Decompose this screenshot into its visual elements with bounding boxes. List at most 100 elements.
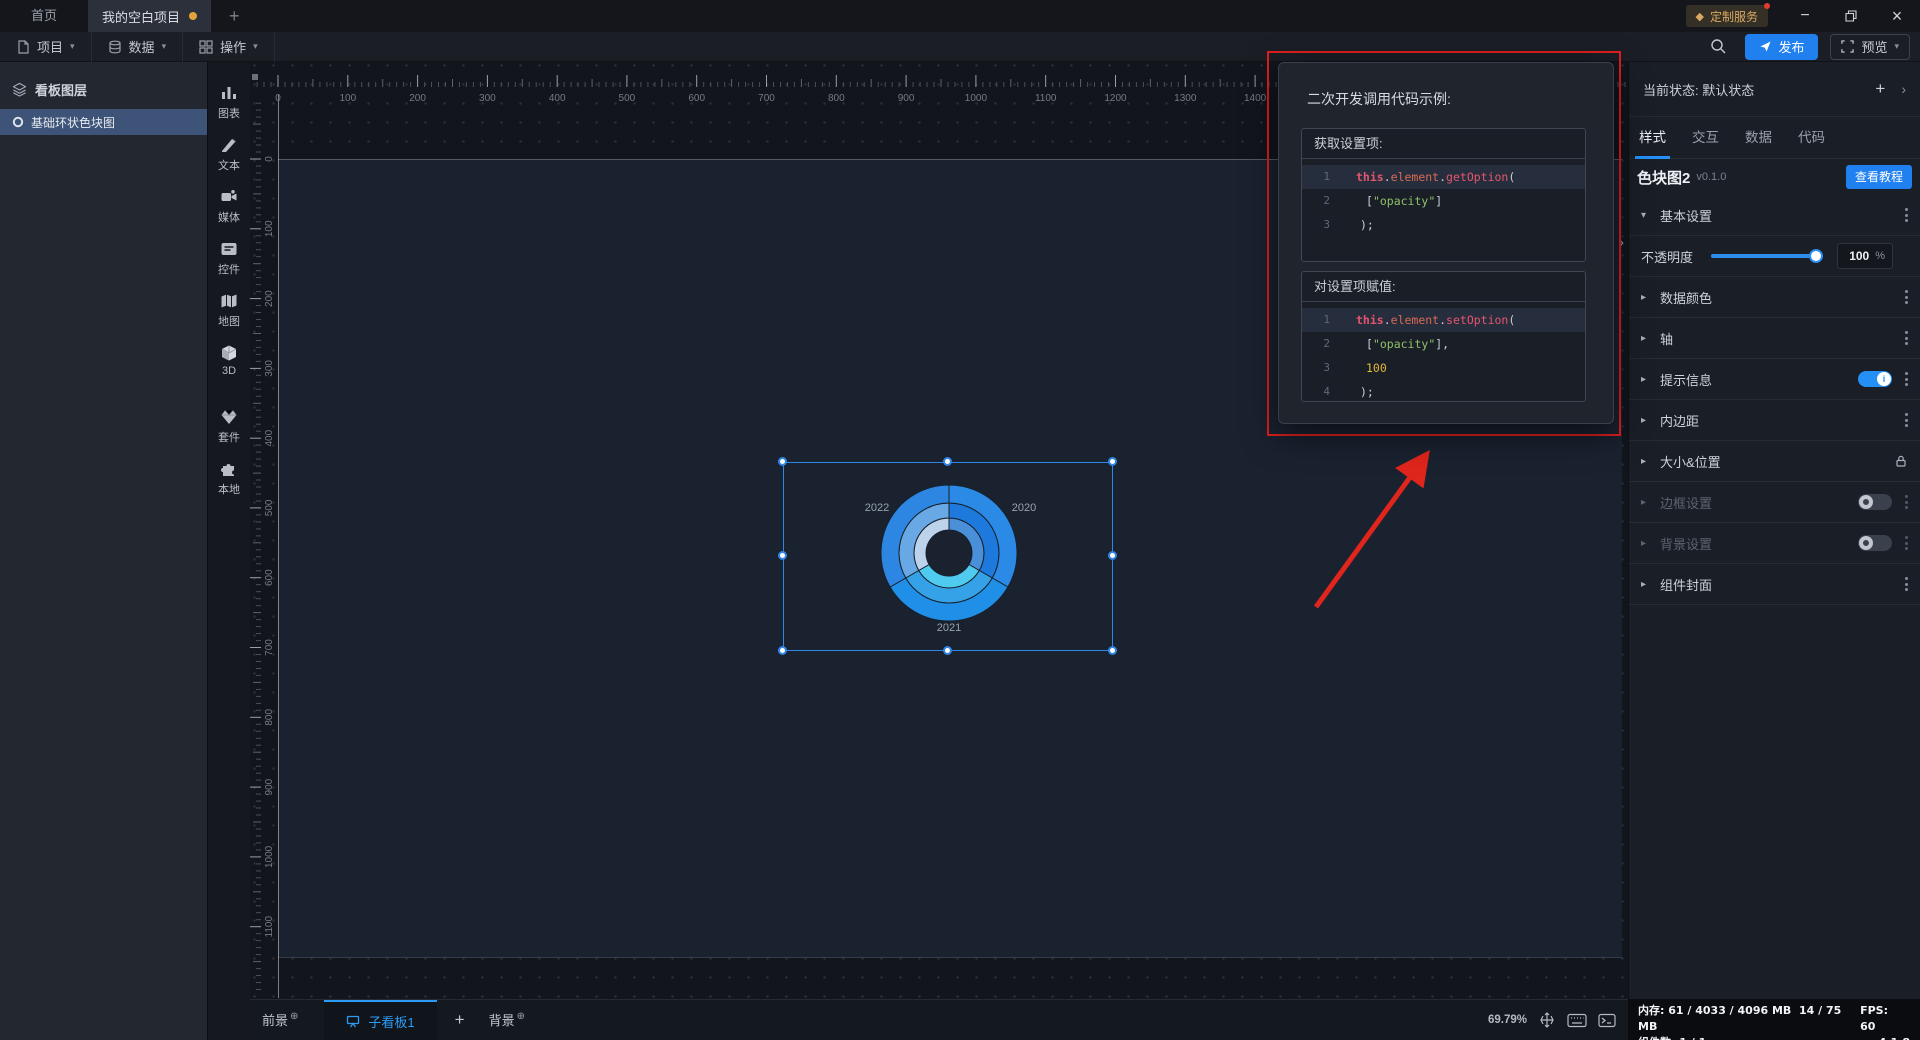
selection-handle[interactable] — [1107, 551, 1117, 560]
section-label: 大小&位置 — [1660, 454, 1721, 470]
kebab-menu-icon[interactable] — [1905, 495, 1908, 509]
chevron-right-icon[interactable]: › — [1901, 81, 1906, 97]
toolbox-item-puzzle[interactable]: 本地 — [218, 460, 240, 497]
search-icon — [1711, 39, 1726, 54]
lock-icon[interactable] — [1894, 454, 1908, 468]
add-background-icon[interactable]: ⊕ — [517, 1011, 525, 1022]
annotation-arrow — [1313, 449, 1430, 609]
close-button[interactable]: × — [1874, 0, 1920, 32]
svg-text:600: 600 — [688, 93, 705, 104]
kebab-menu-icon[interactable] — [1905, 536, 1908, 550]
section-数据颜色[interactable]: ▸ 数据颜色 — [1629, 277, 1920, 318]
selection-handle[interactable] — [777, 551, 787, 560]
toolbox-item-kit[interactable]: 套件 — [218, 408, 240, 445]
section-chevron-icon[interactable]: ▸ — [1641, 538, 1653, 549]
selection-handle[interactable] — [942, 645, 952, 655]
section-chevron-icon[interactable]: ▸ — [1641, 456, 1653, 467]
section-chevron-icon[interactable]: ▸ — [1641, 497, 1653, 508]
new-tab-button[interactable]: + — [229, 0, 240, 32]
add-subpanel-button[interactable]: + — [455, 1010, 465, 1030]
section-chevron-icon[interactable]: ▸ — [1641, 579, 1653, 590]
kebab-menu-icon[interactable] — [1905, 372, 1908, 386]
menu-database[interactable]: 数据 ▾ — [92, 31, 184, 62]
publish-button[interactable]: 发布 — [1745, 33, 1819, 60]
opacity-input[interactable]: 100% — [1837, 243, 1894, 269]
section-提示信息[interactable]: ▸ 提示信息 i — [1629, 359, 1920, 400]
toggle-off-icon[interactable] — [1858, 494, 1892, 510]
search-button[interactable] — [1710, 38, 1727, 55]
tab-home[interactable]: 首页 — [0, 0, 88, 32]
toggle-off-icon[interactable] — [1858, 535, 1892, 551]
section-内边距[interactable]: ▸ 内边距 — [1629, 400, 1920, 441]
section-组件封面[interactable]: ▸ 组件封面 — [1629, 564, 1920, 605]
subpanel-tab[interactable]: 子看板1 — [324, 999, 437, 1040]
fit-screen-button[interactable] — [1538, 1012, 1556, 1028]
toolbox-item-media[interactable]: 媒体 — [218, 188, 240, 225]
menu-grid[interactable]: 操作 ▾ — [183, 31, 275, 62]
kebab-menu-icon[interactable] — [1905, 331, 1908, 345]
svg-text:1200: 1200 — [1104, 93, 1127, 104]
toggle-on-icon[interactable]: i — [1858, 371, 1892, 387]
section-chevron-icon[interactable]: ▸ — [1641, 415, 1653, 426]
restore-button[interactable] — [1828, 0, 1874, 32]
state-row: 当前状态: 默认状态 + › — [1629, 62, 1920, 117]
panel-tab-样式[interactable]: 样式 — [1635, 117, 1670, 159]
section-chevron-icon[interactable]: ▸ — [1641, 333, 1653, 344]
opacity-row: 不透明度 100% — [1629, 236, 1920, 277]
panel-tab-代码[interactable]: 代码 — [1798, 117, 1825, 159]
zoom-level[interactable]: 69.79% — [1488, 1014, 1527, 1026]
selection-handle[interactable] — [777, 645, 787, 655]
panel-tab-交互[interactable]: 交互 — [1692, 117, 1719, 159]
svg-text:500: 500 — [264, 499, 275, 516]
section-chevron-icon[interactable]: ▸ — [1641, 292, 1653, 303]
custom-service-badge[interactable]: ◆ 定制服务 — [1685, 3, 1770, 27]
background-button[interactable]: 背景 ⊕ — [489, 1010, 525, 1030]
component-name: 色块图2 — [1637, 169, 1691, 187]
toolbox-item-text[interactable]: 文本 — [218, 136, 240, 173]
selection-handle[interactable] — [1107, 645, 1117, 655]
foreground-button[interactable]: 前景 ⊕ — [262, 1010, 298, 1030]
add-state-button[interactable]: + — [1875, 79, 1885, 99]
state-label: 当前状态: — [1643, 82, 1699, 98]
toolbox-item-cube[interactable]: 3D — [220, 344, 238, 377]
toolbox-item-map[interactable]: 地图 — [218, 292, 240, 329]
section-chevron-icon[interactable]: ▸ — [1641, 374, 1653, 385]
section-轴[interactable]: ▸ 轴 — [1629, 318, 1920, 359]
section-基本设置[interactable]: ▾ 基本设置 — [1629, 195, 1920, 236]
console-button[interactable] — [1598, 1013, 1616, 1028]
section-chevron-icon[interactable]: ▾ — [1641, 210, 1653, 221]
toolbox-item-label: 套件 — [218, 432, 240, 444]
minimize-button[interactable]: − — [1782, 0, 1828, 32]
kebab-menu-icon[interactable] — [1905, 413, 1908, 427]
section-大小&位置[interactable]: ▸ 大小&位置 — [1629, 441, 1920, 482]
section-边框设置[interactable]: ▸ 边框设置 — [1629, 482, 1920, 523]
shortcuts-button[interactable] — [1567, 1013, 1587, 1028]
layer-item-selected[interactable]: 基础环状色块图 — [0, 109, 207, 135]
add-foreground-icon[interactable]: ⊕ — [290, 1011, 298, 1022]
preview-button[interactable]: 预览 ▾ — [1830, 33, 1910, 60]
section-label: 提示信息 — [1660, 372, 1713, 388]
code-line: 1 this.element.getOption( — [1302, 165, 1585, 189]
state-value: 默认状态 — [1702, 82, 1755, 98]
layers-header: 看板图层 — [0, 62, 207, 109]
svg-text:800: 800 — [264, 709, 275, 726]
section-背景设置[interactable]: ▸ 背景设置 — [1629, 523, 1920, 564]
tab-project[interactable]: 我的空白项目 — [88, 0, 212, 32]
slider-knob[interactable] — [1809, 249, 1824, 263]
chart-category-label: 2022 — [864, 502, 890, 514]
menu-file[interactable]: 项目 ▾ — [0, 31, 92, 62]
panel-tab-数据[interactable]: 数据 — [1745, 117, 1772, 159]
selection-handle[interactable] — [1107, 456, 1117, 466]
selected-component[interactable]: 2020 2021 2022 — [777, 456, 1117, 655]
toolbox-item-widget[interactable]: 控件 — [218, 240, 240, 277]
kebab-menu-icon[interactable] — [1905, 208, 1908, 222]
kebab-menu-icon[interactable] — [1905, 577, 1908, 591]
toolbox-item-chart[interactable]: 图表 — [218, 84, 240, 121]
restore-icon — [1845, 10, 1857, 22]
selection-handle[interactable] — [942, 456, 952, 466]
kebab-menu-icon[interactable] — [1905, 290, 1908, 304]
tutorial-button[interactable]: 查看教程 — [1845, 165, 1912, 189]
opacity-slider[interactable] — [1711, 249, 1824, 263]
selection-handle[interactable] — [777, 456, 787, 466]
chart-category-label: 2020 — [1011, 502, 1037, 514]
